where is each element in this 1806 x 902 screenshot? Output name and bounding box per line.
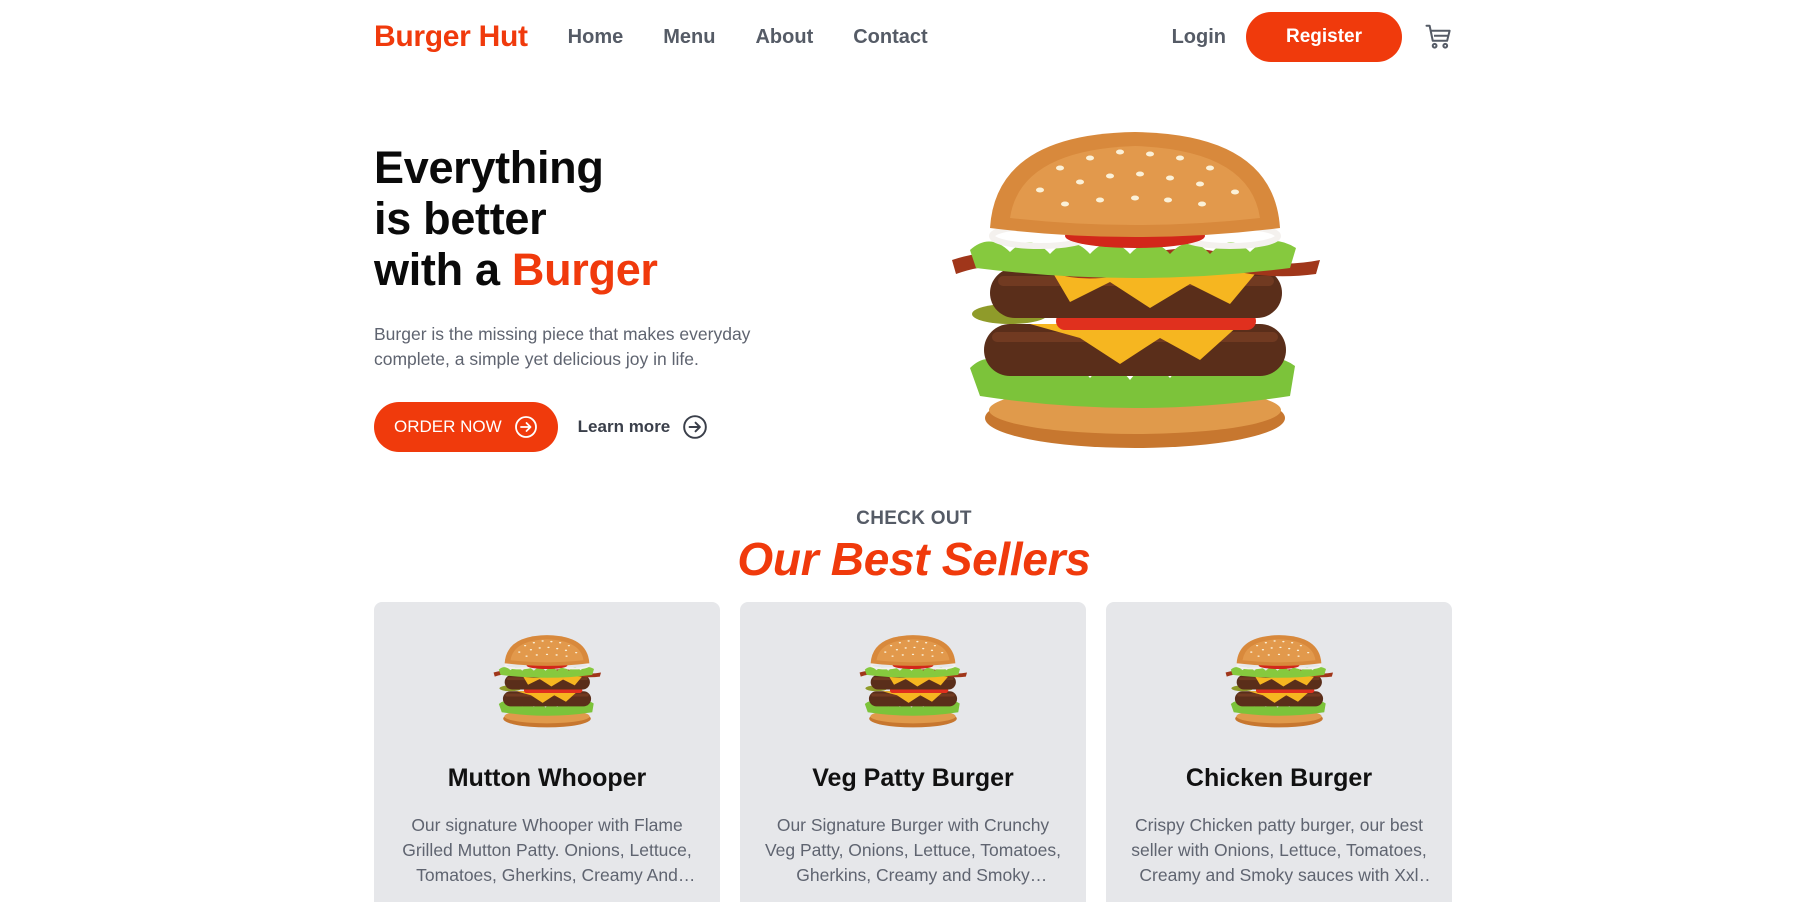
cart-icon[interactable] [1424,22,1454,52]
nav-link-about[interactable]: About [755,26,813,49]
order-now-button[interactable]: ORDER NOW [374,402,558,452]
hero-section: Everything is better with a Burger Burge… [374,120,1454,480]
learn-more-label: Learn more [577,417,671,436]
product-image [490,634,604,728]
arrow-right-circle-icon [682,414,708,440]
page: Burger Hut Home Menu About Contact Login… [0,0,1806,902]
best-sellers-heading: CHECK OUT Our Best Sellers [374,508,1454,586]
product-image [1222,634,1336,728]
hero-burger-image [940,128,1330,450]
register-button[interactable]: Register [1246,12,1402,62]
brand-logo[interactable]: Burger Hut [374,20,528,54]
nav-links: Home Menu About Contact [568,26,928,49]
nav-link-contact[interactable]: Contact [853,26,927,49]
product-description: Our signature Whooper with Flame Grilled… [402,815,692,885]
best-sellers-cards: Mutton Whooper Our signature Whooper wit… [374,602,1454,902]
order-now-label: ORDER NOW [394,417,502,436]
hero-title: Everything is better with a Burger [374,142,658,295]
product-card[interactable]: Chicken Burger Crispy Chicken patty burg… [1106,602,1452,902]
learn-more-link[interactable]: Learn more [578,414,709,440]
nav-left: Burger Hut Home Menu About Contact [374,20,928,54]
hero-title-line3-prefix: with a [374,244,512,295]
hero-description: Burger is the missing piece that makes e… [374,324,751,369]
product-card[interactable]: Mutton Whooper Our signature Whooper wit… [374,602,720,902]
hero-title-accent: Burger [511,244,658,295]
navbar: Burger Hut Home Menu About Contact Login… [374,0,1454,74]
nav-link-menu[interactable]: Menu [663,26,715,49]
product-name: Chicken Burger [1185,764,1373,792]
hero-title-line1: Everything [374,142,604,193]
product-description: Our Signature Burger with Crunchy Veg Pa… [764,815,1062,885]
hero-actions: ORDER NOW Learn more [374,402,708,452]
product-name: Mutton Whooper [447,764,647,792]
section-title: Our Best Sellers [737,533,1091,585]
product-description: Crispy Chicken patty burger, our best se… [1131,815,1427,885]
hero-title-line2: is better [374,193,547,244]
product-image [856,634,970,728]
product-name: Veg Patty Burger [812,764,1014,792]
login-link[interactable]: Login [1172,26,1226,49]
product-card[interactable]: Veg Patty Burger Our Signature Burger wi… [740,602,1086,902]
nav-link-home[interactable]: Home [568,26,624,49]
nav-right: Login Register [1172,12,1454,62]
section-eyebrow: CHECK OUT [856,508,972,529]
arrow-right-circle-icon [514,415,538,439]
